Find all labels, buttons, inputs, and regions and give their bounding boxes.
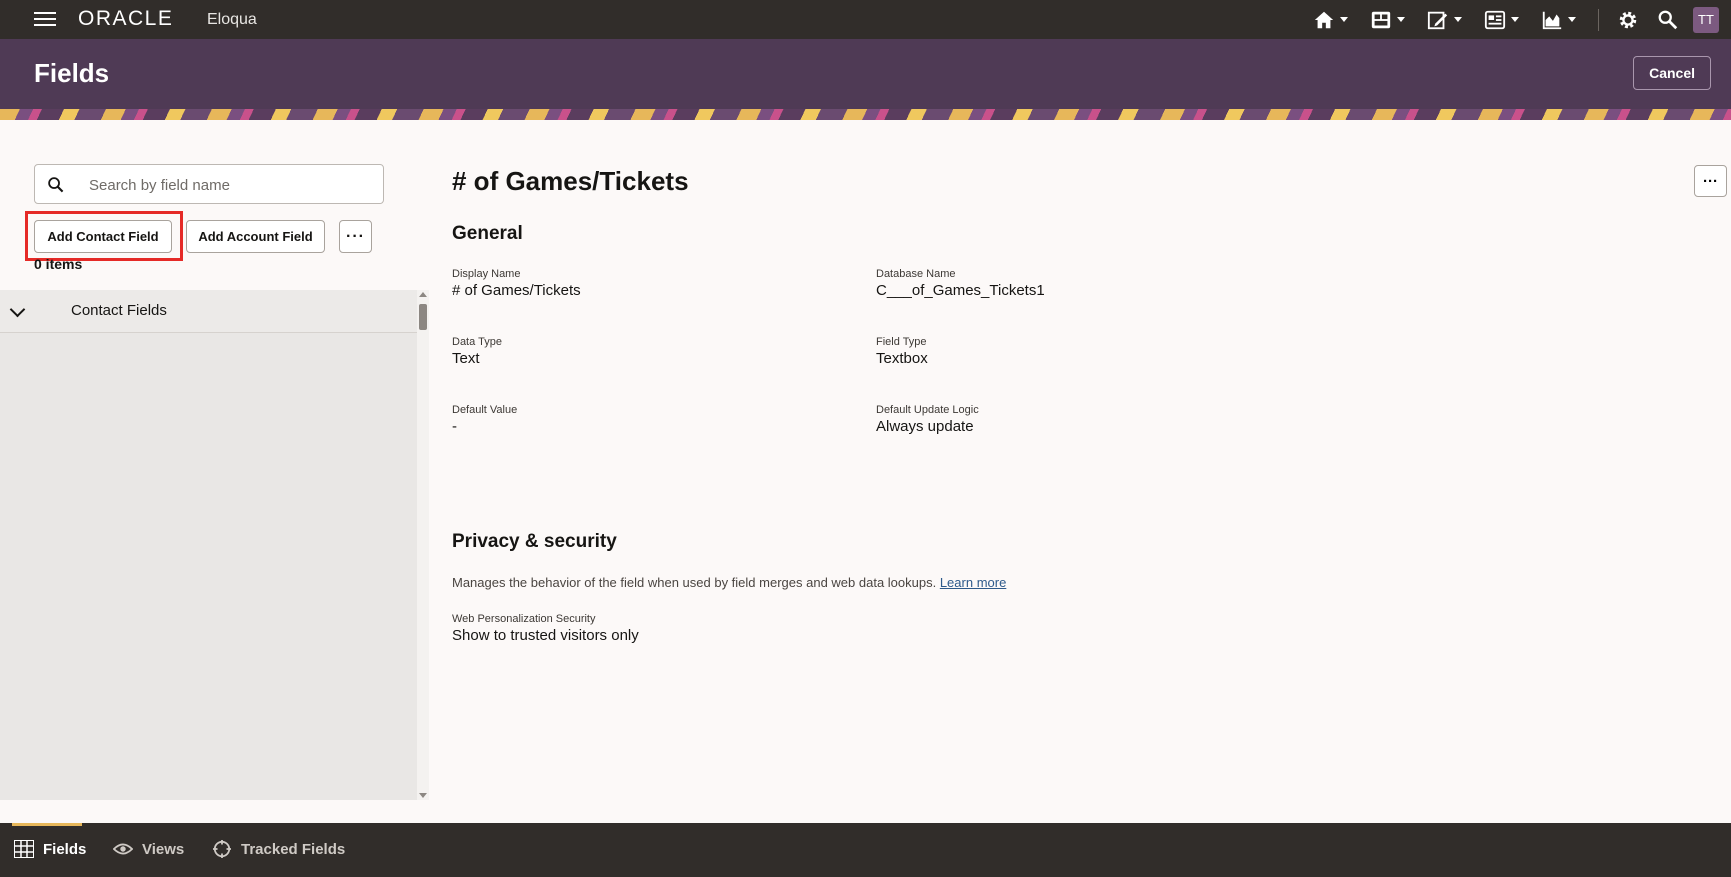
privacy-description-text: Manages the behavior of the field when u… [452, 575, 937, 590]
top-navigation-bar: ORACLE Eloqua TT [0, 0, 1731, 39]
tab-tracked-fields[interactable]: Tracked Fields [212, 840, 345, 858]
tree-group-label: Contact Fields [71, 302, 167, 319]
tab-views[interactable]: Views [113, 840, 184, 858]
page-title: Fields [34, 58, 110, 88]
item-count: 0 items [34, 256, 83, 272]
tab-label: Tracked Fields [241, 840, 346, 858]
field-tree: Contact Fields [0, 290, 417, 800]
home-menu[interactable] [1313, 9, 1348, 31]
search-input[interactable] [87, 165, 381, 205]
field-value: C___of_Games_Tickets1 [876, 282, 1045, 299]
default-value-field: Default Value - [452, 404, 517, 435]
field-label: Default Update Logic [876, 404, 979, 416]
privacy-heading: Privacy & security [452, 531, 617, 552]
field-value: # of Games/Tickets [452, 282, 581, 299]
search-icon [48, 177, 64, 193]
scroll-thumb[interactable] [419, 304, 427, 330]
target-icon [213, 840, 231, 858]
field-value: Textbox [876, 350, 928, 367]
detail-more-button[interactable]: ··· [1694, 165, 1727, 197]
page-header: Fields Cancel [0, 39, 1731, 109]
scroll-up-arrow-icon[interactable] [419, 292, 427, 297]
search-button[interactable] [1657, 9, 1679, 31]
grid-icon [14, 840, 34, 858]
avatar[interactable]: TT [1693, 6, 1719, 33]
web-personalization-security-field: Web Personalization Security Show to tru… [452, 613, 639, 644]
more-actions-button[interactable]: ··· [339, 220, 372, 253]
scroll-down-arrow-icon[interactable] [419, 793, 427, 798]
chevron-down-icon [1511, 17, 1519, 22]
data-type-field: Data Type Text [452, 336, 502, 367]
search-box [34, 164, 384, 205]
assets-menu[interactable] [1484, 9, 1519, 31]
highlight-box [25, 211, 183, 261]
hamburger-menu-icon[interactable] [34, 8, 56, 30]
product-name: Eloqua [207, 11, 257, 28]
bottom-tab-bar: Fields Views Tracked Fields [0, 823, 1731, 877]
field-label: Database Name [876, 268, 956, 280]
home-icon [1314, 11, 1334, 28]
chevron-down-icon [1568, 17, 1576, 22]
grid-icon [1484, 10, 1506, 29]
active-tab-indicator [12, 823, 82, 826]
edit-icon [1427, 11, 1448, 29]
dashboard-menu[interactable] [1370, 9, 1405, 31]
field-value: Show to trusted visitors only [452, 627, 639, 644]
display-name-field: Display Name # of Games/Tickets [452, 268, 581, 299]
dashboard-icon [1371, 11, 1391, 28]
tab-label: Fields [43, 840, 87, 858]
chevron-down-icon [1340, 17, 1348, 22]
field-title: # of Games/Tickets [452, 166, 689, 196]
divider [1598, 8, 1599, 31]
chevron-down-icon [1397, 17, 1405, 22]
database-name-field: Database Name C___of_Games_Tickets1 [876, 268, 1045, 299]
tab-label: Views [142, 840, 185, 858]
field-label: Data Type [452, 336, 502, 348]
gear-icon [1619, 11, 1637, 28]
edit-menu[interactable] [1427, 9, 1462, 31]
chevron-down-icon [1454, 17, 1462, 22]
tree-group-contact-fields[interactable]: Contact Fields [0, 290, 417, 333]
settings-button[interactable] [1617, 9, 1639, 31]
field-value: Text [452, 350, 480, 367]
field-value: Always update [876, 418, 974, 435]
privacy-description: Manages the behavior of the field when u… [452, 575, 1006, 590]
field-label: Web Personalization Security [452, 613, 596, 625]
general-heading: General [452, 223, 523, 244]
scrollbar[interactable] [417, 290, 429, 800]
chart-icon [1542, 11, 1562, 29]
decorative-banner [0, 109, 1731, 120]
chevron-down-icon[interactable] [9, 301, 26, 318]
default-update-logic-field: Default Update Logic Always update [876, 404, 979, 435]
field-label: Default Value [452, 404, 518, 416]
cancel-button[interactable]: Cancel [1633, 56, 1711, 90]
tab-fields[interactable]: Fields [14, 840, 86, 858]
add-account-field-button[interactable]: Add Account Field [186, 220, 325, 253]
field-label: Field Type [876, 336, 927, 348]
learn-more-link[interactable]: Learn more [940, 575, 1006, 590]
field-label: Display Name [452, 268, 521, 280]
reports-menu[interactable] [1541, 9, 1576, 31]
field-value: - [452, 418, 457, 435]
eye-icon [113, 843, 133, 855]
oracle-logo: ORACLE [78, 7, 174, 30]
search-icon [1658, 10, 1678, 29]
field-type-field: Field Type Textbox [876, 336, 928, 367]
